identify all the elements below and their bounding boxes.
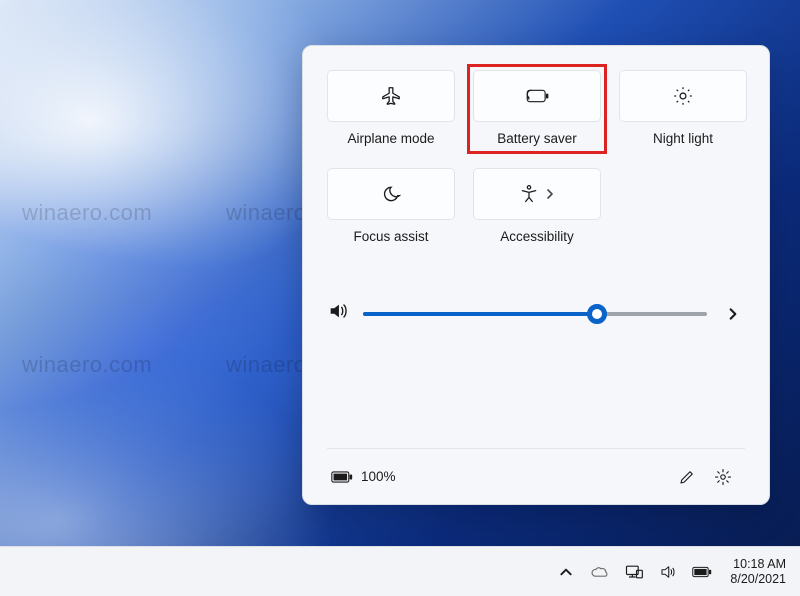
tile-airplane-mode: Airplane mode xyxy=(327,70,455,160)
watermark: winaero.com xyxy=(22,352,152,378)
flyout-footer: 100% xyxy=(327,448,745,504)
battery-saver-icon xyxy=(524,87,550,105)
clock-date: 8/20/2021 xyxy=(730,572,786,587)
accessibility-icon xyxy=(519,184,539,204)
focus-assist-label: Focus assist xyxy=(353,229,428,244)
quick-settings-flyout: Airplane mode Battery saver xyxy=(302,45,770,505)
system-tray xyxy=(556,562,712,582)
accessibility-label: Accessibility xyxy=(500,229,574,244)
clock-time: 10:18 AM xyxy=(733,557,786,572)
tile-accessibility: Accessibility xyxy=(473,168,601,258)
volume-tray-icon[interactable] xyxy=(658,562,678,582)
taskbar: 10:18 AM 8/20/2021 xyxy=(0,546,800,596)
battery-icon xyxy=(331,470,353,484)
tray-overflow-button[interactable] xyxy=(556,562,576,582)
battery-percent-label: 100% xyxy=(361,469,396,484)
focus-assist-icon xyxy=(381,184,401,204)
tile-battery-saver: Battery saver xyxy=(473,70,601,160)
volume-expand-button[interactable] xyxy=(721,307,745,321)
airplane-icon xyxy=(380,85,402,107)
quick-settings-tiles: Airplane mode Battery saver xyxy=(327,70,745,258)
edit-quick-settings-button[interactable] xyxy=(669,459,705,495)
tile-focus-assist: Focus assist xyxy=(327,168,455,258)
desktop: winaero.com winaero.com winaero.com wina… xyxy=(0,0,800,596)
volume-slider[interactable] xyxy=(363,304,707,324)
chevron-right-icon xyxy=(545,188,555,200)
tile-night-light: Night light xyxy=(619,70,747,160)
volume-row xyxy=(327,300,745,327)
accessibility-button[interactable] xyxy=(473,168,601,220)
night-light-icon xyxy=(672,85,694,107)
battery-saver-button[interactable] xyxy=(473,70,601,122)
volume-slider-thumb[interactable] xyxy=(587,304,607,324)
taskbar-clock[interactable]: 10:18 AM 8/20/2021 xyxy=(730,557,786,587)
settings-button[interactable] xyxy=(705,459,741,495)
airplane-mode-label: Airplane mode xyxy=(347,131,434,146)
network-tray-icon[interactable] xyxy=(624,562,644,582)
onedrive-tray-icon[interactable] xyxy=(590,562,610,582)
night-light-label: Night light xyxy=(653,131,713,146)
watermark: winaero.com xyxy=(22,200,152,226)
airplane-mode-button[interactable] xyxy=(327,70,455,122)
night-light-button[interactable] xyxy=(619,70,747,122)
volume-icon[interactable] xyxy=(327,300,349,327)
battery-saver-label: Battery saver xyxy=(497,131,577,146)
focus-assist-button[interactable] xyxy=(327,168,455,220)
volume-slider-fill xyxy=(363,312,597,316)
battery-tray-icon[interactable] xyxy=(692,562,712,582)
